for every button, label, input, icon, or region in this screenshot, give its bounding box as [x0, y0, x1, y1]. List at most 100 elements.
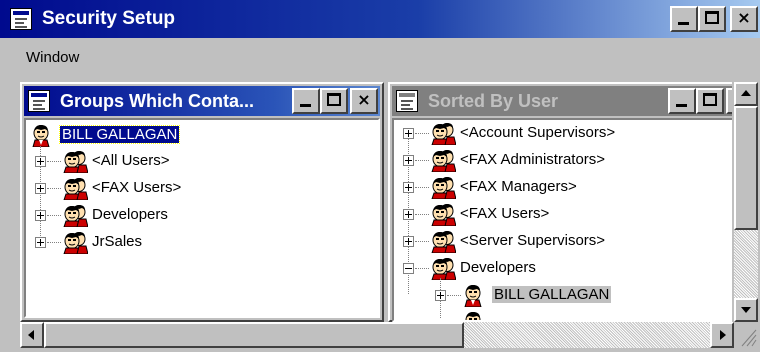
- maximize-icon: [327, 93, 341, 106]
- group-icon: [430, 148, 456, 172]
- expand-icon[interactable]: [403, 128, 414, 139]
- arrow-up-icon: [741, 90, 751, 96]
- minimize-icon: [678, 22, 689, 25]
- group-icon: [62, 149, 88, 173]
- tree-item[interactable]: <Server Supervisors>: [396, 228, 732, 254]
- horizontal-scroll-thumb[interactable]: [44, 322, 464, 348]
- tree-child-user[interactable]: BILL GALLAGAN: [396, 282, 732, 308]
- tree-item[interactable]: <Account Supervisors>: [396, 120, 732, 146]
- sorted-pane-close-button[interactable]: ×: [726, 88, 732, 114]
- sorted-pane-maximize-button[interactable]: [696, 88, 724, 114]
- groups-pane-maximize-button[interactable]: [320, 88, 348, 114]
- tree-label: BILL GALLAGAN: [492, 286, 612, 303]
- tree-label: <Server Supervisors>: [460, 232, 606, 249]
- expand-icon[interactable]: [35, 237, 46, 248]
- expand-icon[interactable]: [403, 209, 414, 220]
- tree-item-partial: [396, 309, 732, 322]
- tree-line: [47, 188, 61, 189]
- tree-line: [415, 268, 429, 269]
- tree-label: <FAX Users>: [460, 205, 550, 222]
- groups-pane-minimize-button[interactable]: [292, 88, 320, 114]
- tree-line: [415, 133, 429, 134]
- window-title: Security Setup: [42, 8, 176, 29]
- tree-label: <FAX Users>: [92, 179, 182, 196]
- group-icon: [430, 229, 456, 253]
- tree-line: [415, 241, 429, 242]
- tree-label: JrSales: [92, 233, 143, 250]
- minimize-icon: [676, 104, 687, 107]
- group-icon: [430, 121, 456, 145]
- collapse-icon[interactable]: [403, 263, 414, 274]
- size-grip-icon[interactable]: [734, 322, 758, 348]
- close-icon: ×: [357, 90, 371, 109]
- pane-icon: [28, 90, 50, 112]
- expand-icon[interactable]: [35, 156, 46, 167]
- sorted-pane-title-bar[interactable]: Sorted By User ×: [392, 86, 732, 116]
- vertical-scroll-thumb[interactable]: [734, 106, 758, 230]
- expand-icon[interactable]: [35, 210, 46, 221]
- close-icon: ×: [737, 8, 751, 27]
- group-icon: [62, 176, 88, 200]
- tree-item[interactable]: <FAX Managers>: [396, 174, 732, 200]
- tree-item[interactable]: <FAX Users>: [396, 201, 732, 227]
- expand-icon[interactable]: [403, 155, 414, 166]
- tree-label: <Account Supervisors>: [460, 124, 616, 141]
- tree-item[interactable]: <FAX Users>: [28, 175, 328, 201]
- group-icon: [430, 175, 456, 199]
- tree-line: [47, 161, 61, 162]
- menu-bar: Window: [0, 38, 760, 68]
- sorted-pane: Sorted By User × <Account Supervisors>: [388, 82, 732, 322]
- close-button[interactable]: ×: [730, 6, 758, 32]
- groups-pane-title-bar[interactable]: Groups Which Conta... ×: [24, 86, 380, 116]
- main-title-bar[interactable]: Security Setup ×: [0, 0, 760, 38]
- maximize-button[interactable]: [698, 6, 726, 32]
- groups-pane-close-button[interactable]: ×: [350, 88, 378, 114]
- tree-item[interactable]: Developers: [28, 202, 328, 228]
- tree-item[interactable]: <All Users>: [28, 148, 328, 174]
- tree-line: [415, 214, 429, 215]
- scroll-right-button[interactable]: [710, 322, 734, 348]
- tree-label: Developers: [460, 259, 536, 276]
- tree-label: BILL GALLAGAN: [58, 125, 181, 144]
- user-icon: [30, 123, 56, 147]
- app-icon[interactable]: [10, 8, 32, 30]
- sorted-pane-clip: Sorted By User × <Account Supervisors>: [388, 82, 732, 322]
- tree-line: [47, 242, 61, 243]
- expand-icon[interactable]: [403, 236, 414, 247]
- tree-line: [415, 160, 429, 161]
- sorted-tree[interactable]: <Account Supervisors> <FAX Administrator…: [392, 118, 732, 322]
- tree-line: [47, 215, 61, 216]
- group-icon: [430, 202, 456, 226]
- minimize-icon: [300, 104, 311, 107]
- pane-icon: [396, 90, 418, 112]
- scroll-up-button[interactable]: [734, 82, 758, 106]
- tree-item[interactable]: <FAX Administrators>: [396, 147, 732, 173]
- tree-line: [447, 295, 461, 296]
- vertical-scrollbar[interactable]: [734, 82, 758, 322]
- horizontal-scrollbar[interactable]: [20, 322, 734, 348]
- expand-icon[interactable]: [403, 182, 414, 193]
- scroll-down-button[interactable]: [734, 298, 758, 322]
- sorted-pane-minimize-button[interactable]: [668, 88, 696, 114]
- tree-root-user[interactable]: BILL GALLAGAN: [28, 122, 328, 148]
- tree-label: <All Users>: [92, 152, 170, 169]
- tree-label: <FAX Managers>: [460, 178, 577, 195]
- size-grip-lines: [741, 329, 757, 347]
- user-icon: [462, 310, 488, 322]
- expand-icon[interactable]: [435, 290, 446, 301]
- minimize-button[interactable]: [670, 6, 698, 32]
- tree-item[interactable]: JrSales: [28, 229, 328, 255]
- expand-icon[interactable]: [35, 183, 46, 194]
- maximize-icon: [703, 93, 717, 106]
- arrow-down-icon: [741, 307, 751, 313]
- tree-label: <FAX Administrators>: [460, 151, 606, 168]
- groups-pane: Groups Which Conta... × BILL GALLAGAN <A…: [20, 82, 384, 322]
- scroll-left-button[interactable]: [20, 322, 44, 348]
- arrow-right-icon: [720, 330, 726, 340]
- sorted-pane-title: Sorted By User: [428, 91, 559, 111]
- menu-window[interactable]: Window: [26, 49, 79, 66]
- group-icon: [62, 203, 88, 227]
- tree-item-expanded[interactable]: Developers: [396, 255, 732, 281]
- tree-line: [415, 187, 429, 188]
- groups-tree[interactable]: BILL GALLAGAN <All Users> <FAX Users> De…: [24, 118, 380, 318]
